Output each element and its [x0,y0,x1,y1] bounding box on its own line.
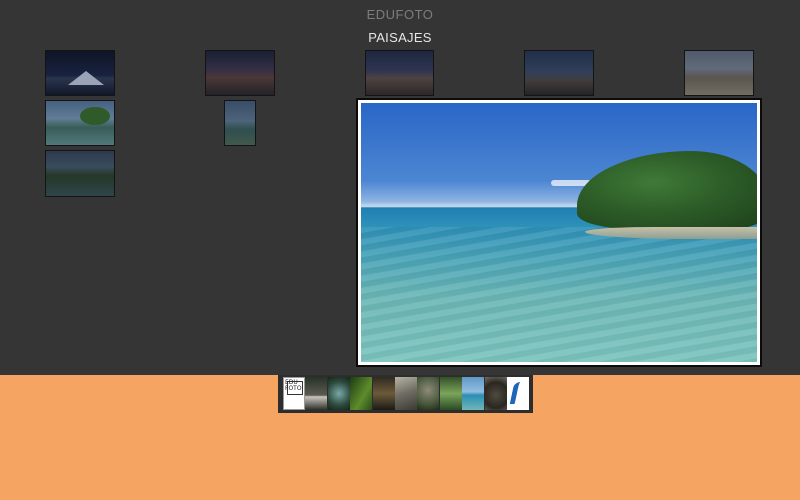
bird-category-icon[interactable] [305,377,328,410]
thumb-snowy-mountain-night[interactable] [45,50,115,96]
thumb-tall-coast[interactable] [224,100,256,146]
thumb-desert-sunset[interactable] [205,50,275,96]
blue-swoosh-logo-icon[interactable] [506,377,529,410]
wolf-category-icon[interactable] [394,377,417,410]
edufoto-logo-icon[interactable]: EDU FOTO [283,377,305,410]
landscape-category-icon[interactable] [462,377,485,410]
thumb-mangrove-island[interactable] [45,100,115,146]
iguana-category-icon[interactable] [484,377,507,410]
thumb-beach-shore[interactable] [684,50,754,96]
foliage-category-icon[interactable] [439,377,462,410]
section-title: PAISAJES [368,30,432,45]
thumb-lagoon-forest[interactable] [45,150,115,197]
edufoto-logo-label: EDU FOTO [285,379,302,392]
leaf-category-icon[interactable] [350,377,373,410]
mangrove-island-photo [361,103,757,362]
thumb-rocky-coast[interactable] [524,50,594,96]
site-title: EDUFOTO [366,7,434,22]
thumb-dusk-hills[interactable] [365,50,434,96]
mangrove-island [577,151,757,229]
category-filmstrip: EDU FOTO [278,375,533,413]
bird-branch-category-icon[interactable] [417,377,440,410]
water-texture [361,227,757,362]
photo-viewer[interactable] [358,100,760,365]
insect-category-icon[interactable] [372,377,395,410]
eye-plant-category-icon[interactable] [327,377,350,410]
